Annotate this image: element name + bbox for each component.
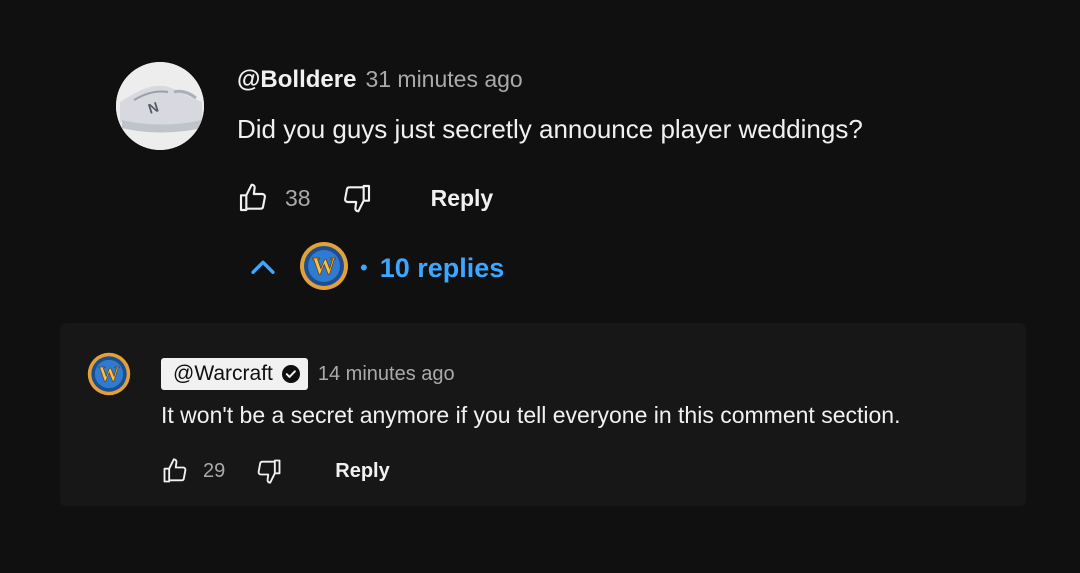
replies-avatar: W <box>298 240 350 297</box>
thumbs-up-icon <box>239 183 266 212</box>
reply-actions: 29 Reply <box>161 453 390 489</box>
like-count: 29 <box>203 459 226 482</box>
comment-text: Did you guys just secretly announce play… <box>237 114 863 144</box>
comment-author[interactable]: @Bolldere <box>237 66 356 94</box>
sneaker-avatar-icon: N <box>116 62 204 150</box>
dislike-button[interactable] <box>341 182 373 214</box>
reply-header: @Warcraft 14 minutes ago <box>161 358 1021 390</box>
reply-card: W @Warcraft 14 minutes ago It won't be a… <box>60 323 1026 506</box>
thumbs-up-icon <box>163 458 187 483</box>
channel-badge[interactable]: @Warcraft <box>161 358 308 390</box>
comment-timestamp[interactable]: 31 minutes ago <box>365 66 522 93</box>
like-button[interactable] <box>161 457 189 485</box>
comment-body: @Bolldere 31 minutes ago Did you guys ju… <box>237 66 1017 145</box>
svg-text:W: W <box>312 254 336 280</box>
replies-separator: • <box>360 255 368 280</box>
dislike-button[interactable] <box>255 457 283 485</box>
like-count: 38 <box>285 184 311 211</box>
thumbs-down-icon <box>343 184 370 213</box>
reply-button[interactable]: Reply <box>431 185 494 212</box>
chevron-up-icon <box>246 251 280 285</box>
reply-timestamp[interactable]: 14 minutes ago <box>318 363 455 386</box>
like-button[interactable] <box>237 182 269 214</box>
reply-avatar[interactable]: W <box>86 351 132 402</box>
comments-page: N @Bolldere 31 minutes ago Did you guys … <box>0 0 1080 573</box>
warcraft-logo-icon: W <box>87 352 131 396</box>
replies-toggle[interactable]: W • 10 replies <box>246 240 504 296</box>
channel-name: @Warcraft <box>173 362 273 385</box>
reply-button[interactable]: Reply <box>335 460 389 483</box>
thumbs-down-icon <box>257 459 281 484</box>
reply-body: @Warcraft 14 minutes ago It won't be a s… <box>161 358 1021 429</box>
comment-header: @Bolldere 31 minutes ago <box>237 66 1017 100</box>
avatar[interactable]: N <box>116 62 204 150</box>
replies-count[interactable]: 10 replies <box>380 253 505 284</box>
verified-check-icon <box>281 364 301 384</box>
comment-actions: 38 Reply <box>237 178 493 218</box>
reply-text: It won't be a secret anymore if you tell… <box>161 402 901 428</box>
svg-text:W: W <box>98 362 119 386</box>
warcraft-logo-icon: W <box>300 241 348 290</box>
